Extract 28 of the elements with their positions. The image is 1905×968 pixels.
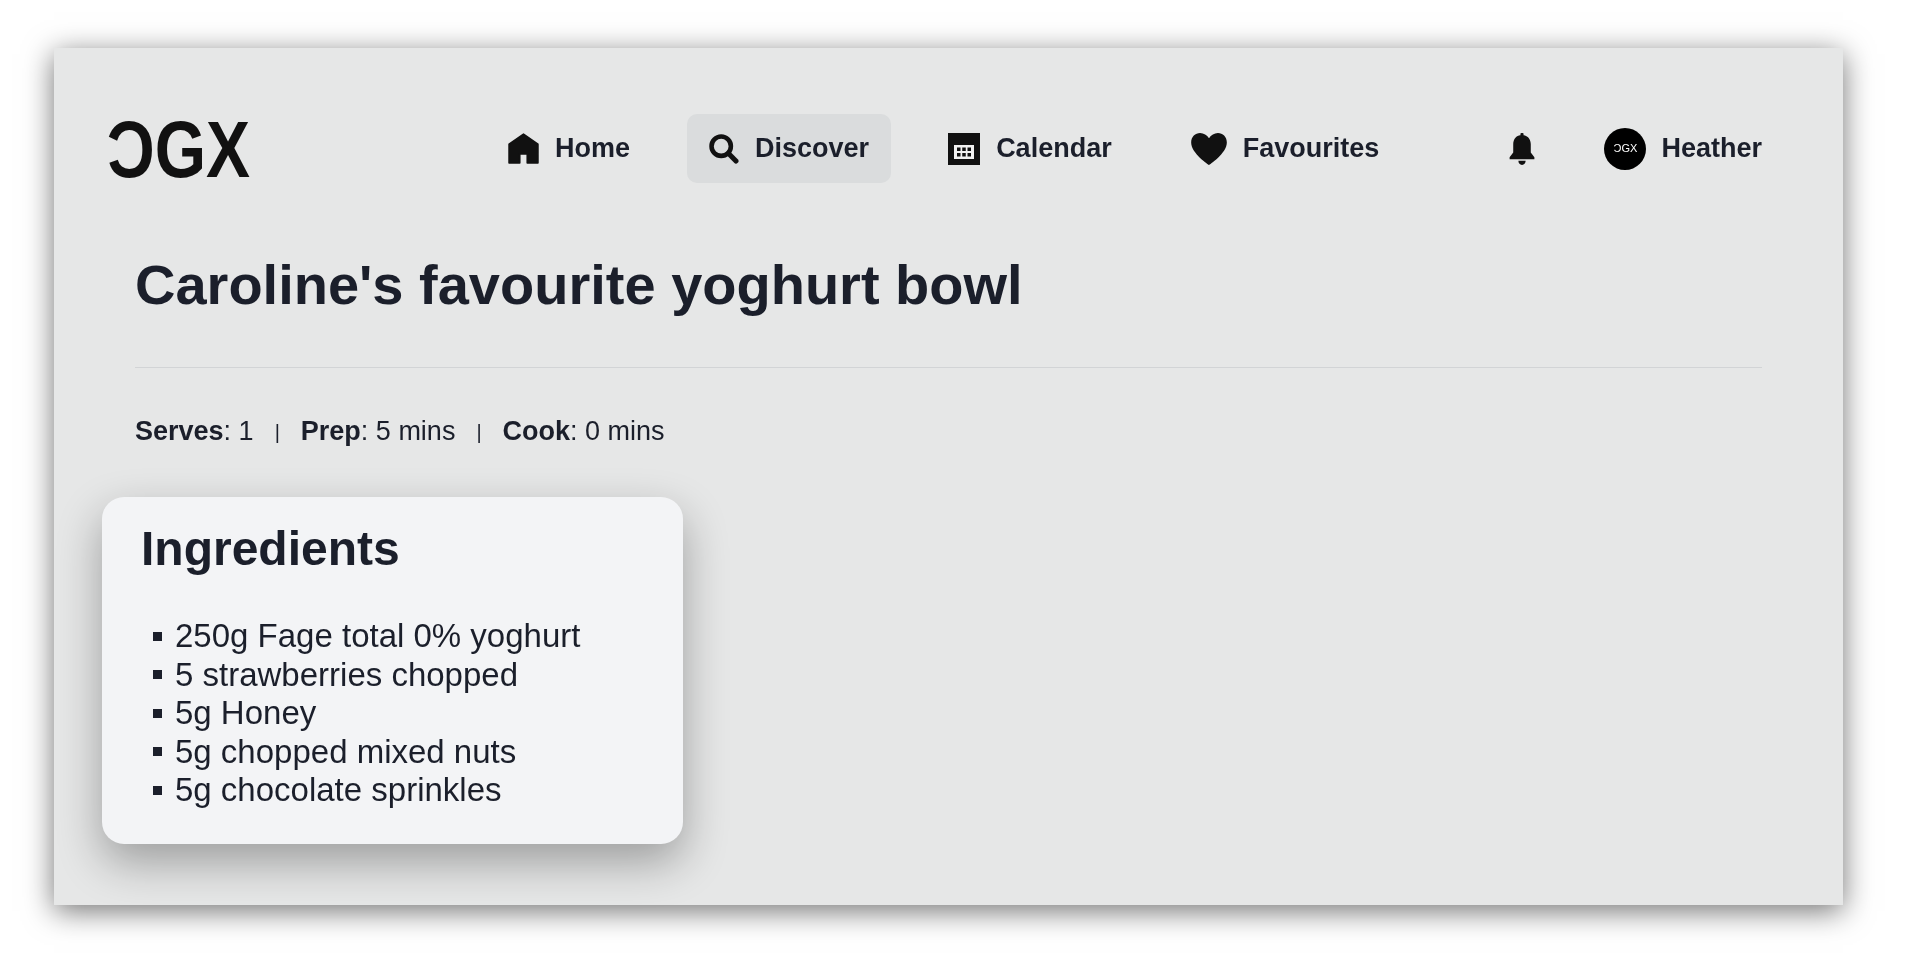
home-icon [508, 133, 540, 164]
bullet-icon [153, 631, 162, 641]
avatar[interactable]: ƆGX [1604, 127, 1647, 170]
ingredient-item: 5g chopped mixed nuts [175, 732, 517, 771]
bell-icon[interactable] [1508, 132, 1537, 165]
recipe-fact: Serves: 1 [135, 416, 254, 447]
bullet-icon [153, 747, 162, 757]
user-name[interactable]: Heather [1661, 128, 1762, 169]
bullet-icon [153, 708, 162, 718]
calendar-icon [948, 132, 981, 165]
nav-tab[interactable]: Favourites [1168, 114, 1402, 183]
logo[interactable]: ƆGX [107, 108, 251, 189]
fact-separator: | [274, 421, 280, 442]
ingredient-item: 5g Honey [175, 694, 317, 733]
nav-tab[interactable]: Calendar [926, 114, 1134, 183]
recipe-fact: Cook: 0 mins [502, 416, 665, 447]
search-icon [709, 133, 740, 164]
heart-icon [1190, 132, 1227, 165]
ingredient-item: 5g chocolate sprinkles [175, 771, 502, 810]
ingredients-heading: Ingredients [141, 525, 400, 573]
nav-tab[interactable]: Discover [687, 114, 892, 183]
fact-separator: | [476, 421, 482, 442]
nav-tab[interactable]: Home [486, 114, 653, 183]
recipe-fact: Prep: 5 mins [300, 416, 456, 447]
bullet-icon [153, 785, 162, 795]
ingredient-item: 5 strawberries chopped [175, 655, 519, 694]
ingredient-item: 250g Fage total 0% yoghurt [175, 617, 581, 656]
bullet-icon [153, 670, 162, 680]
